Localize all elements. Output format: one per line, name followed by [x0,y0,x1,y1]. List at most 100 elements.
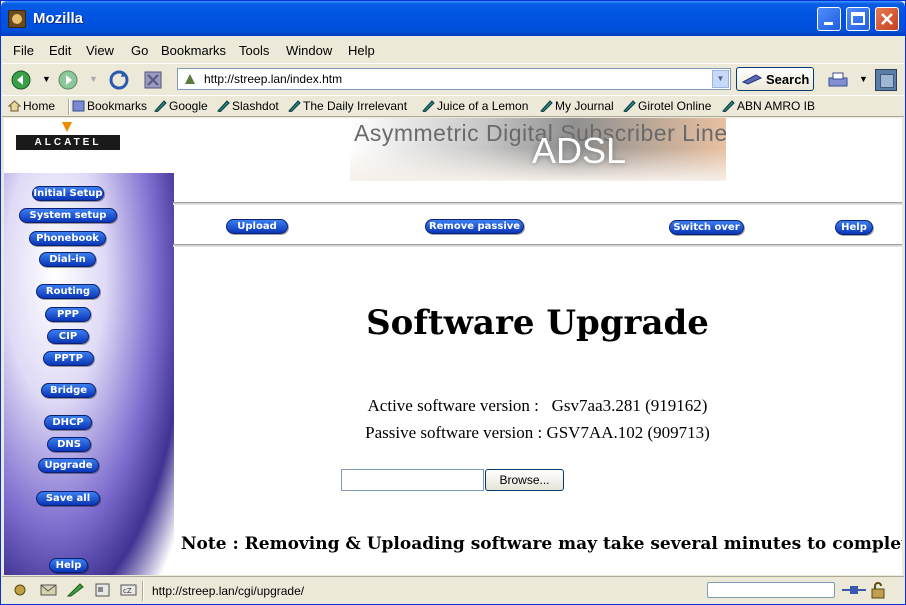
remove-passive-button[interactable]: Remove passive [425,219,524,234]
bookmark-label: Slashdot [232,99,279,113]
help-button[interactable]: Help [835,220,873,235]
online-status-icon[interactable] [842,584,866,596]
sidebar: ALCATEL Initial Setup System setup Phone… [4,118,174,575]
bookmark-pen-icon [217,100,230,112]
browse-button[interactable]: Browse... [485,469,564,491]
bookmark-label: My Journal [555,99,614,113]
security-lock-icon[interactable] [870,581,886,599]
bookmark-google[interactable]: Google [154,99,208,113]
window-title: Mozilla [33,10,84,27]
menu-bookmarks[interactable]: Bookmarks [161,43,226,58]
forward-dropdown-icon[interactable]: ▼ [89,74,98,84]
home-button[interactable]: Home [8,99,55,113]
sidebar-item-ppp[interactable]: PPP [45,307,91,322]
search-button[interactable]: Search [736,67,814,91]
throbber-icon[interactable] [875,69,897,91]
bookmark-pen-icon [623,100,636,112]
bookmarks-separator [68,99,70,115]
print-dropdown-icon[interactable]: ▼ [859,74,868,84]
passive-version: Passive software version : GSV7AA.102 (9… [365,423,710,442]
banner-adsl-text: ADSL [532,130,627,171]
adsl-banner: Asymmetric Digital Subscriber Line ADSL [350,118,726,181]
bookmarks-label: Bookmarks [87,99,148,113]
menu-go[interactable]: Go [131,43,148,58]
composer-icon[interactable] [67,583,84,597]
url-bar[interactable]: http://streep.lan/index.htm ▼ [177,68,731,90]
sidebar-item-cip[interactable]: CIP [47,329,89,344]
bookmark-label: ABN AMRO IB [737,99,816,113]
alcatel-logo-mark [62,122,72,132]
switch-over-button[interactable]: Switch over [669,220,744,235]
chatzilla-icon[interactable]: cZ [120,583,137,597]
page-title: Software Upgrade [366,303,709,343]
sidebar-item-dial-in[interactable]: Dial-in [39,252,96,267]
file-path-input[interactable] [341,469,484,491]
minimize-button[interactable] [817,7,841,31]
bookmark-daily-irrelevant[interactable]: The Daily Irrelevant [288,99,407,113]
menu-tools[interactable]: Tools [239,43,269,58]
status-separator [142,581,144,601]
svg-text:cZ: cZ [123,587,132,595]
minimize-icon [824,22,833,25]
sidebar-item-system-setup[interactable]: System setup [19,208,117,223]
sidebar-item-dns[interactable]: DNS [47,437,91,452]
search-label: Search [766,72,810,87]
back-icon[interactable] [10,69,32,91]
bookmark-pen-icon [722,100,735,112]
sidebar-item-pptp[interactable]: PPTP [43,351,94,366]
sidebar-item-bridge[interactable]: Bridge [41,383,96,398]
mail-icon[interactable] [40,583,57,597]
search-icon [742,74,762,85]
maximize-button[interactable] [846,7,870,31]
sidebar-item-initial-setup[interactable]: Initial Setup [32,186,104,201]
reload-icon[interactable] [108,69,130,91]
menu-file[interactable]: File [13,43,34,58]
sidebar-item-help[interactable]: Help [49,558,88,573]
active-version: Active software version : Gsv7aa3.281 (9… [367,396,708,415]
menu-bar: File Edit View Go Bookmarks Tools Window… [2,38,904,62]
bookmark-juice-of-a-lemon[interactable]: Juice of a Lemon [422,99,528,113]
navigation-toolbar: ▼ ▼ http://streep.lan/index.htm ▼ Search… [2,63,904,95]
home-label: Home [23,99,56,113]
note-text: Note : Removing & Uploading software may… [181,534,902,554]
bookmarks-menu-button[interactable]: Bookmarks [72,99,147,113]
navigator-icon[interactable] [12,583,29,597]
menu-edit[interactable]: Edit [49,43,71,58]
bookmark-girotel-online[interactable]: Girotel Online [623,99,711,113]
url-dropdown-button[interactable]: ▼ [712,70,729,88]
sidebar-item-save-all[interactable]: Save all [36,491,100,506]
page-favicon-icon [185,74,195,84]
mozilla-icon [8,10,26,28]
back-dropdown-icon[interactable]: ▼ [42,74,51,84]
alcatel-logo: ALCATEL [16,135,120,150]
sidebar-item-routing[interactable]: Routing [36,284,100,299]
upload-button[interactable]: Upload [226,219,288,234]
bookmark-label: Girotel Online [638,99,712,113]
bookmarks-icon [72,100,85,112]
address-book-icon[interactable] [94,583,111,597]
progress-bar [707,582,835,598]
close-button[interactable] [875,7,899,31]
bookmark-my-journal[interactable]: My Journal [540,99,614,113]
bookmark-pen-icon [422,100,435,112]
bookmark-pen-icon [288,100,301,112]
browser-window: Mozilla File Edit View Go Bookmarks Tool… [0,0,906,605]
forward-icon[interactable] [57,69,79,91]
sidebar-item-dhcp[interactable]: DHCP [44,415,92,430]
menu-view[interactable]: View [86,43,114,58]
menu-help[interactable]: Help [348,43,375,58]
bookmark-abn-amro-ib[interactable]: ABN AMRO IB [722,99,815,113]
bookmarks-toolbar: Home Bookmarks Google Slashdot The Daily… [2,95,904,117]
bookmark-slashdot[interactable]: Slashdot [217,99,279,113]
home-icon [8,100,21,112]
print-icon[interactable] [827,69,849,91]
menu-window[interactable]: Window [286,43,332,58]
divider-top [173,202,902,205]
title-bar: Mozilla [1,1,905,36]
sidebar-item-upgrade[interactable]: Upgrade [38,458,99,473]
stop-icon[interactable] [142,69,164,91]
bookmark-label: The Daily Irrelevant [303,99,408,113]
sidebar-item-phonebook[interactable]: Phonebook [29,231,106,246]
url-text[interactable]: http://streep.lan/index.htm [204,72,342,86]
divider-bottom [173,244,902,247]
